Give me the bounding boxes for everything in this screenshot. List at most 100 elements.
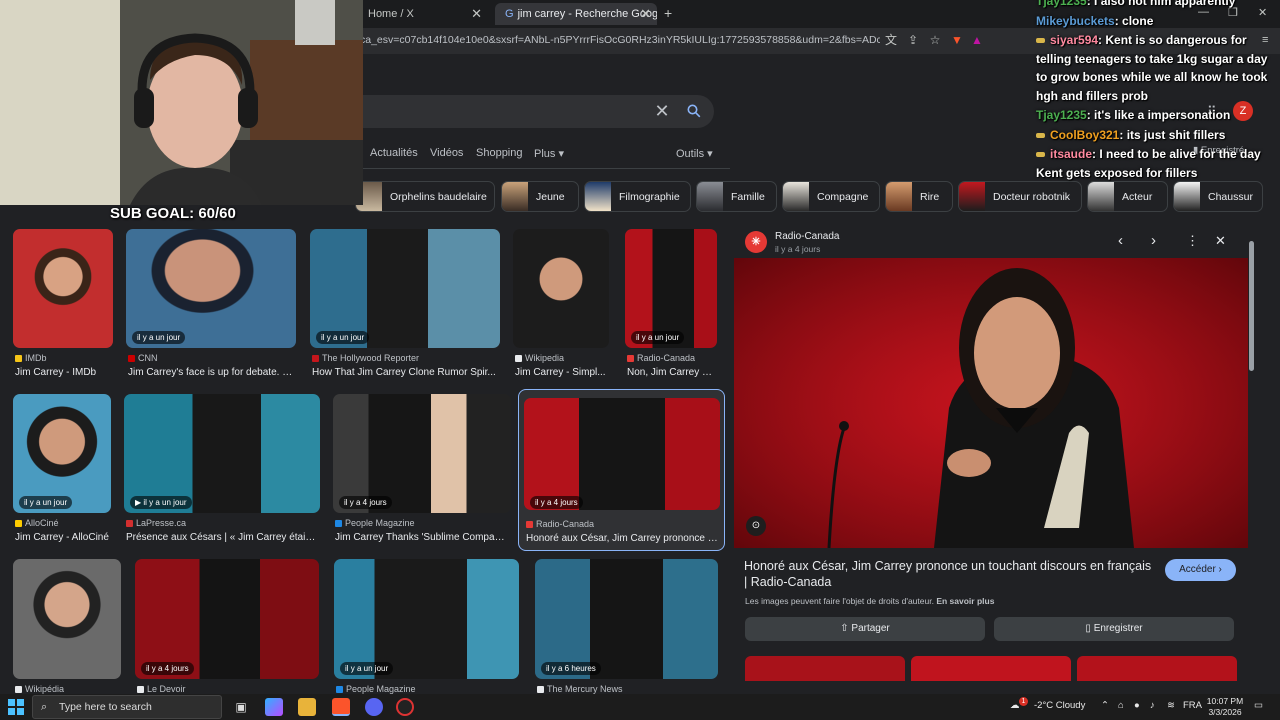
- visit-button[interactable]: Accéder ›: [1165, 559, 1236, 581]
- result-source: The Mercury News: [537, 684, 623, 694]
- filter-videos[interactable]: Vidéos: [430, 147, 463, 159]
- result-age-badge: il y a un jour: [19, 496, 73, 509]
- panel-time: il y a 4 jours: [775, 244, 821, 254]
- chip-label: Filmographie: [619, 190, 680, 203]
- filter-news[interactable]: Actualités: [370, 147, 418, 159]
- chip-compagne[interactable]: Compagne: [782, 181, 880, 212]
- result-age-badge: il y a un jour: [340, 662, 394, 675]
- result-thumbnail: [524, 398, 720, 510]
- chip-label: Chaussur: [1208, 190, 1253, 203]
- chip-label: Compagne: [817, 190, 869, 203]
- image-result[interactable]: il y a 4 jours Le Devoir: [135, 559, 319, 695]
- source-favicon-icon: [128, 354, 135, 362]
- clear-search-icon[interactable]: ✕: [652, 100, 672, 122]
- microphone-icon[interactable]: ●: [1134, 700, 1140, 711]
- result-age-badge: il y a 4 jours: [530, 496, 583, 509]
- panel-title[interactable]: Honoré aux César, Jim Carrey prononce un…: [744, 558, 1154, 590]
- image-result[interactable]: Wikipedia Jim Carrey - Simpl...: [513, 229, 609, 381]
- wifi-icon[interactable]: ≋: [1167, 700, 1175, 711]
- chip-rire[interactable]: Rire: [885, 181, 953, 212]
- result-source: IMDb: [15, 353, 47, 363]
- obs-icon[interactable]: [396, 698, 414, 716]
- chip-label: Rire: [920, 190, 940, 203]
- more-options-icon[interactable]: ⋮: [1186, 233, 1199, 249]
- tab-google-search[interactable]: Gjim carrey - Recherche Google ✕: [495, 3, 657, 25]
- panel-scrollbar[interactable]: [1249, 233, 1254, 673]
- previous-icon[interactable]: ‹: [1118, 232, 1123, 249]
- brave-rewards-icon[interactable]: ▲: [968, 31, 986, 49]
- file-explorer-icon[interactable]: [298, 698, 316, 716]
- brave-shield-icon[interactable]: ▼: [948, 31, 966, 49]
- result-source: Wikipedia: [515, 353, 564, 363]
- copilot-icon[interactable]: [265, 698, 283, 716]
- chat-username: siyar594: [1050, 33, 1099, 47]
- chat-username: Mikeybuckets: [1036, 13, 1115, 28]
- filter-shopping[interactable]: Shopping: [476, 147, 523, 159]
- related-image[interactable]: [911, 656, 1071, 681]
- panel-source[interactable]: Radio-Canada: [775, 231, 840, 242]
- image-result-selected[interactable]: il y a 4 jours Radio-Canada Honoré aux C…: [524, 398, 720, 548]
- image-result[interactable]: il y a 6 heures The Mercury News: [535, 559, 718, 695]
- result-thumbnail: [513, 229, 609, 348]
- task-view-icon[interactable]: ▣: [232, 698, 250, 716]
- source-favicon-icon: [336, 685, 343, 693]
- taskbar-search-input[interactable]: ⌕ Type here to search: [32, 695, 222, 719]
- chat-username: CoolBoy321: [1050, 127, 1120, 142]
- image-result[interactable]: ▶ il y a un jour LaPresse.ca Présence au…: [124, 394, 320, 546]
- image-result[interactable]: IMDb Jim Carrey - IMDb: [13, 229, 113, 381]
- weather-text[interactable]: -2°C Cloudy: [1034, 700, 1085, 711]
- related-image[interactable]: [745, 656, 905, 681]
- next-icon[interactable]: ›: [1151, 232, 1156, 249]
- image-result[interactable]: il y a un jour AlloCiné Jim Carrey - All…: [13, 394, 111, 546]
- image-result[interactable]: Wikipédia: [13, 559, 121, 695]
- filter-more[interactable]: Plus ▾: [534, 147, 564, 160]
- volume-icon[interactable]: ♪: [1150, 700, 1155, 711]
- new-tab-button[interactable]: +: [664, 5, 672, 21]
- close-icon[interactable]: ✕: [1215, 233, 1226, 249]
- result-title: Jim Carrey - Simpl...: [515, 367, 606, 378]
- discord-icon[interactable]: [365, 698, 383, 716]
- url-field[interactable]: ca_esv=c07cb14f104e10e0&sxsrf=ANbL-n5PYr…: [360, 30, 880, 50]
- chip-orphelins[interactable]: Orphelins baudelaire: [355, 181, 495, 212]
- network-icon[interactable]: ⌂: [1118, 700, 1124, 711]
- save-button[interactable]: ▯ Enregistrer: [994, 617, 1234, 641]
- search-icon[interactable]: [682, 100, 706, 122]
- lens-icon[interactable]: ⊙: [746, 516, 766, 536]
- close-tab-icon[interactable]: ✕: [471, 3, 482, 25]
- notifications-icon[interactable]: ▭: [1254, 700, 1263, 711]
- image-result[interactable]: il y a un jour The Hollywood Reporter Ho…: [310, 229, 500, 381]
- related-image[interactable]: [1077, 656, 1237, 681]
- result-title: How That Jim Carrey Clone Rumor Spir...: [312, 367, 496, 378]
- preview-image[interactable]: [734, 258, 1248, 548]
- tab-title: Home / X: [368, 8, 414, 20]
- clock[interactable]: 10:07 PM 3/3/2026: [1205, 696, 1245, 718]
- learn-more-link[interactable]: En savoir plus: [936, 596, 994, 606]
- result-title: Jim Carrey - IMDb: [15, 367, 97, 378]
- source-favicon-icon: [537, 685, 544, 693]
- result-thumbnail: [334, 559, 519, 679]
- windows-start-icon[interactable]: [8, 699, 24, 715]
- chat-message: Tjay1235: I also not him apparently: [1036, 0, 1280, 11]
- chat-message: Tjay1235: it's like a impersonation: [1036, 106, 1280, 125]
- chip-famille[interactable]: Famille: [696, 181, 777, 212]
- translate-icon[interactable]: 文: [882, 31, 900, 49]
- chip-thumb: [502, 182, 528, 211]
- show-hidden-icons-icon[interactable]: ⌃: [1101, 700, 1109, 711]
- bookmark-star-icon[interactable]: ☆: [926, 31, 944, 49]
- chip-jeune[interactable]: Jeune: [501, 181, 579, 212]
- tools-button[interactable]: Outils ▾: [676, 147, 713, 160]
- tab-home-x[interactable]: Home / X ✕: [358, 3, 488, 25]
- result-thumbnail: [13, 559, 121, 679]
- share-button[interactable]: ⇧ Partager: [745, 617, 985, 641]
- close-tab-icon[interactable]: ✕: [640, 3, 651, 25]
- image-result[interactable]: il y a un jour CNN Jim Carrey's face is …: [126, 229, 296, 381]
- chip-filmographie[interactable]: Filmographie: [584, 181, 691, 212]
- image-result[interactable]: il y a un jour Radio-Canada Non, Jim Car…: [625, 229, 717, 381]
- result-thumbnail: [13, 229, 113, 348]
- image-result[interactable]: il y a un jour People Magazine: [334, 559, 519, 695]
- chat-message: siyar594: Kent is so dangerous for telli…: [1036, 31, 1280, 105]
- image-result[interactable]: il y a 4 jours People Magazine Jim Carre…: [333, 394, 511, 546]
- language-indicator[interactable]: FRA: [1183, 700, 1202, 711]
- share-icon[interactable]: ⇪: [904, 31, 922, 49]
- brave-browser-icon[interactable]: [332, 698, 350, 716]
